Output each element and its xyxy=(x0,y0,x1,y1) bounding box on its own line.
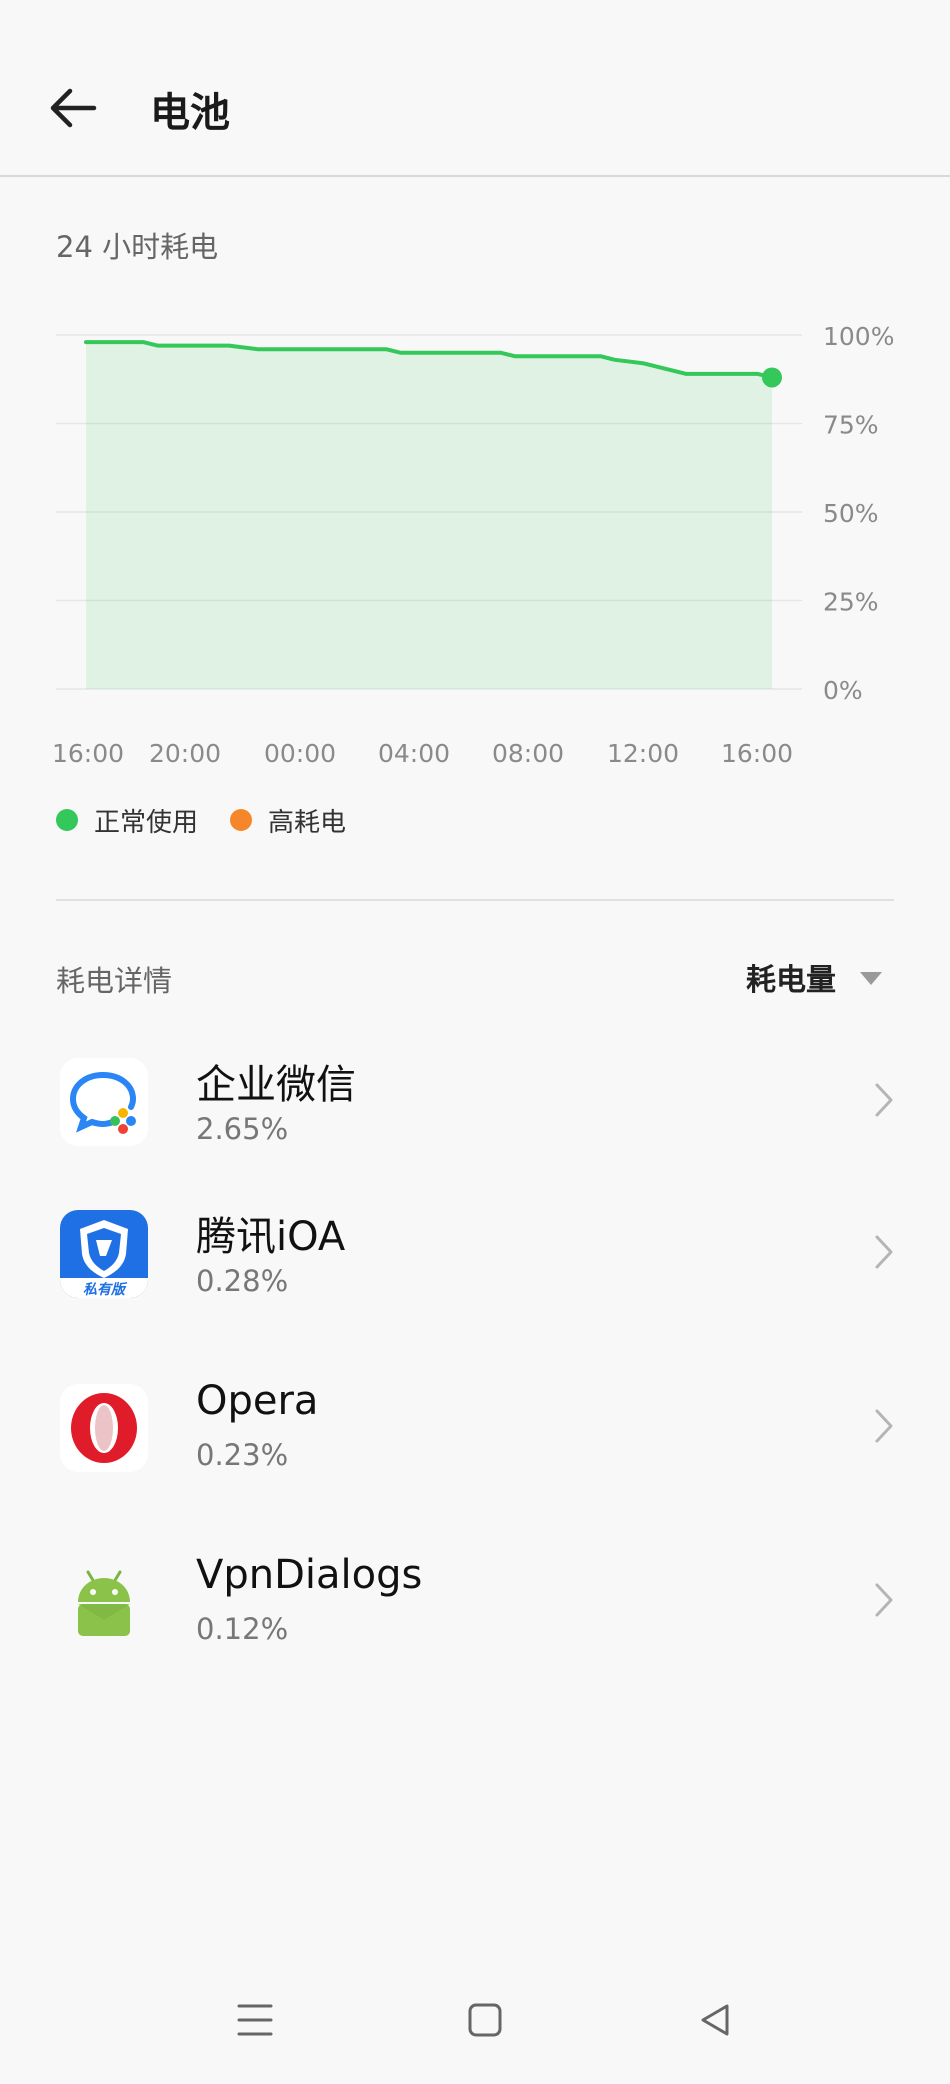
android-icon xyxy=(60,1558,148,1646)
y-tick-label: 50% xyxy=(823,499,879,528)
caret-down-icon xyxy=(860,971,882,985)
legend-item-high: 高耗电 xyxy=(230,802,346,839)
legend-dot-normal xyxy=(56,809,78,831)
x-tick-label: 04:00 xyxy=(378,739,450,768)
app-percent: 0.28% xyxy=(196,1264,289,1298)
app-row-wecom[interactable]: 企业微信 2.65% xyxy=(0,1030,950,1180)
app-percent: 2.65% xyxy=(196,1112,289,1146)
details-title: 耗电详情 xyxy=(56,964,173,998)
x-tick-label: 16:00 xyxy=(721,739,793,768)
home-icon xyxy=(468,2003,502,2037)
legend-label-high: 高耗电 xyxy=(268,807,347,838)
x-tick-label: 20:00 xyxy=(149,739,221,768)
app-name: 企业微信 xyxy=(196,1062,356,1108)
home-button[interactable] xyxy=(445,1980,525,2060)
y-tick-label: 25% xyxy=(823,588,879,617)
back-triangle-icon xyxy=(701,2004,729,2036)
series-area xyxy=(86,342,772,689)
arrow-left-icon xyxy=(50,88,97,128)
app-percent: 0.12% xyxy=(196,1612,289,1646)
chevron-right-icon xyxy=(875,1409,893,1443)
app-percent: 0.23% xyxy=(196,1438,289,1472)
sort-selected-label: 耗电量 xyxy=(746,963,836,998)
page-title: 电池 xyxy=(150,90,230,136)
y-tick-label: 75% xyxy=(823,411,879,440)
system-navbar xyxy=(0,1980,950,2080)
sort-dropdown[interactable]: 耗电量 xyxy=(746,955,882,999)
app-row-opera[interactable]: Opera 0.23% xyxy=(0,1356,950,1506)
app-row-tencent-ioa[interactable]: 私有版 腾讯iOA 0.28% xyxy=(0,1182,950,1332)
chevron-right-icon xyxy=(875,1583,893,1617)
y-tick-label: 0% xyxy=(823,676,863,705)
chart-legend: 正常使用 高耗电 xyxy=(56,800,378,840)
app-name: VpnDialogs xyxy=(196,1552,423,1598)
app-name: Opera xyxy=(196,1378,319,1424)
chevron-right-icon xyxy=(875,1083,893,1117)
back-nav-button[interactable] xyxy=(675,1980,755,2060)
menu-icon xyxy=(237,2004,273,2036)
legend-dot-high xyxy=(230,809,253,831)
icon-caption: 私有版 xyxy=(83,1281,128,1298)
wecom-icon xyxy=(60,1058,148,1146)
battery-chart: 100% 75% 50% 25% 0% 16:00 20:00 00:00 04:00 08:00… xyxy=(52,322,895,768)
legend-label-normal: 正常使用 xyxy=(94,807,199,838)
menu-button[interactable] xyxy=(215,1980,295,2060)
y-tick-label: 100% xyxy=(823,322,894,351)
usage-section-title: 24 小时耗电 xyxy=(56,230,219,264)
chevron-right-icon xyxy=(875,1235,893,1269)
x-tick-label: 12:00 xyxy=(607,739,679,768)
tencent-ioa-icon: 私有版 xyxy=(60,1210,148,1298)
app-row-vpndialogs[interactable]: VpnDialogs 0.12% xyxy=(0,1530,950,1680)
current-level-point xyxy=(762,367,782,388)
app-name: 腾讯iOA xyxy=(196,1214,346,1260)
x-tick-label: 08:00 xyxy=(492,739,564,768)
back-button[interactable] xyxy=(42,78,106,138)
x-tick-label: 16:00 xyxy=(52,739,124,768)
opera-icon xyxy=(60,1384,148,1472)
app-header: 电池 xyxy=(0,0,950,177)
x-tick-label: 00:00 xyxy=(264,739,336,768)
section-divider xyxy=(56,899,894,901)
legend-item-normal: 正常使用 xyxy=(56,802,198,839)
